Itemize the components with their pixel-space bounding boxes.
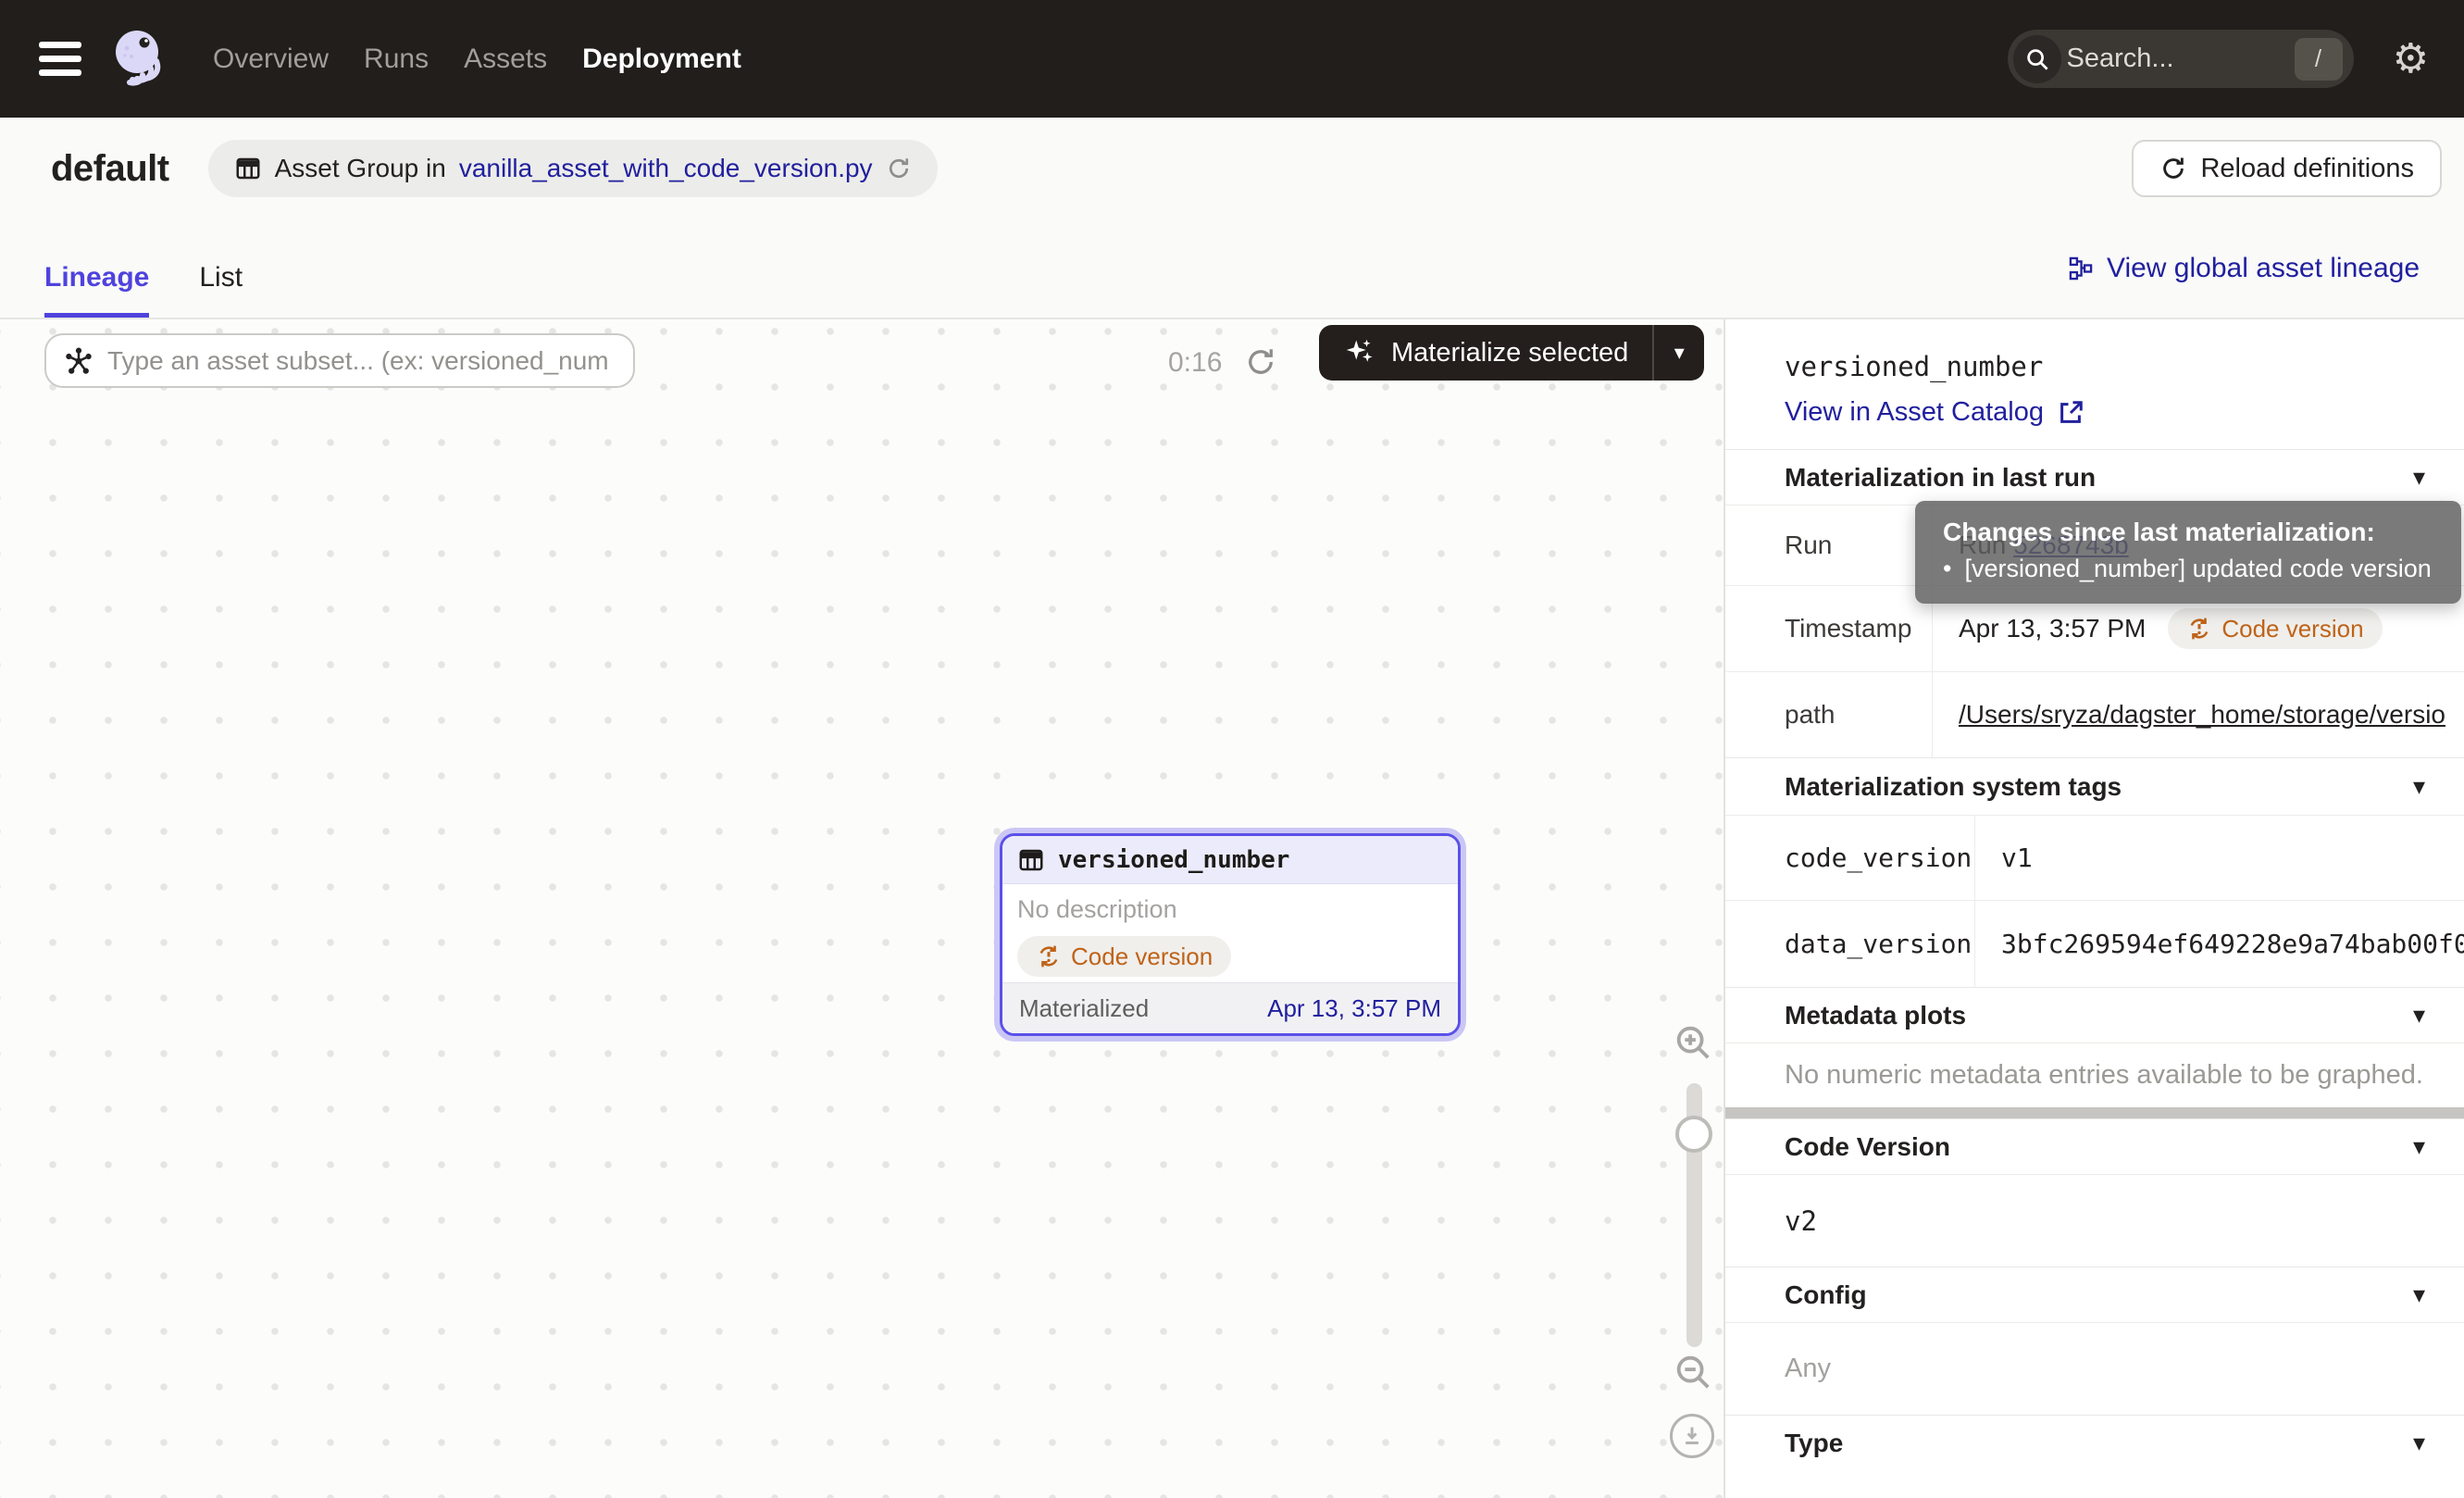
search-input[interactable] — [2067, 44, 2289, 74]
section-title: Materialization in last run — [1785, 463, 2096, 493]
timestamp-label: Timestamp — [1725, 586, 1933, 671]
section-metadata-plots[interactable]: Metadata plots ▾ — [1725, 987, 2464, 1042]
zoom-out-icon[interactable] — [1672, 1351, 1714, 1393]
path-row: path /Users/sryza/dagster_home/storage/v… — [1725, 671, 2464, 757]
nav-item-runs[interactable]: Runs — [364, 44, 429, 75]
tab-lineage[interactable]: Lineage — [44, 262, 149, 318]
external-link-icon — [2057, 399, 2084, 427]
download-icon[interactable] — [1670, 1414, 1714, 1458]
timestamp-value: Apr 13, 3:57 PM — [1959, 614, 2146, 643]
gear-icon[interactable]: ⚙ — [2393, 39, 2429, 80]
asset-node-description: No description — [1017, 895, 1443, 924]
tooltip-item: [versioned_number] updated code version — [1964, 555, 2431, 583]
nav-item-assets[interactable]: Assets — [464, 44, 547, 75]
tabs-row: Lineage List View global asset lineage — [0, 219, 2464, 319]
asset-group-breadcrumb: Asset Group in vanilla_asset_with_code_v… — [208, 140, 938, 197]
asset-subset-filter[interactable] — [44, 333, 635, 388]
horizontal-scrollbar[interactable] — [1725, 1107, 2464, 1118]
top-nav: Overview Runs Assets Deployment / ⚙ — [0, 0, 2464, 118]
path-value-link[interactable]: /Users/sryza/dagster_home/storage/versio — [1959, 700, 2445, 730]
reload-button-label: Reload definitions — [2200, 154, 2414, 184]
section-title: Config — [1785, 1280, 1867, 1310]
data-version-tag-value: 3bfc269594ef649228e9a74bab00f04 — [1975, 901, 2464, 987]
asset-node-versioned-number[interactable]: versioned_number No description Code ver… — [1000, 833, 1461, 1036]
view-global-asset-lineage-link[interactable]: View global asset lineage — [2068, 253, 2420, 284]
section-config[interactable]: Config ▾ — [1725, 1267, 2464, 1322]
asset-group-file-link[interactable]: vanilla_asset_with_code_version.py — [459, 154, 873, 183]
asset-node-status: Materialized — [1019, 994, 1149, 1023]
data-version-tag-row: data_version 3bfc269594ef649228e9a74bab0… — [1725, 900, 2464, 987]
section-title: Metadata plots — [1785, 1001, 1966, 1030]
asset-subset-input[interactable] — [107, 346, 616, 376]
code-version-badge-label: Code version — [2221, 615, 2363, 643]
dagster-logo[interactable] — [109, 27, 170, 92]
code-version-tag-value: v1 — [1975, 816, 2464, 900]
code-version-tag-label: code_version — [1725, 816, 1975, 900]
code-version-tag-row: code_version v1 — [1725, 815, 2464, 900]
asset-group-icon — [234, 155, 262, 182]
asset-graph-icon — [63, 345, 94, 377]
changes-tooltip: Changes since last materialization: • [v… — [1915, 501, 2461, 604]
config-value: Any — [1725, 1322, 2464, 1415]
code-version-badge: Code version — [1017, 936, 1231, 977]
chevron-down-icon: ▾ — [2413, 1280, 2425, 1309]
lineage-graph-icon — [2068, 256, 2094, 281]
refresh-icon[interactable] — [886, 156, 912, 181]
nav-links: Overview Runs Assets Deployment — [213, 44, 741, 75]
asset-details-panel: versioned_number View in Asset Catalog M… — [1724, 319, 2464, 1498]
tab-list[interactable]: List — [199, 262, 243, 318]
section-title: Type — [1785, 1429, 1843, 1458]
reload-icon — [2159, 155, 2187, 182]
search-box[interactable]: / — [2008, 30, 2354, 88]
section-type[interactable]: Type ▾ — [1725, 1415, 2464, 1470]
panel-asset-name: versioned_number — [1785, 351, 2464, 382]
tooltip-title: Changes since last materialization: — [1943, 518, 2433, 547]
nav-item-overview[interactable]: Overview — [213, 44, 329, 75]
section-code-version[interactable]: Code Version ▾ — [1725, 1118, 2464, 1174]
view-in-asset-catalog-link[interactable]: View in Asset Catalog — [1785, 397, 2084, 428]
page-header: default Asset Group in vanilla_asset_wit… — [0, 118, 2464, 219]
zoom-in-icon[interactable] — [1672, 1021, 1714, 1064]
refresh-timer: 0:16 — [1168, 347, 1222, 379]
view-global-asset-lineage-label: View global asset lineage — [2107, 253, 2420, 284]
section-title: Code Version — [1785, 1132, 1950, 1162]
chevron-down-icon: ▾ — [2413, 463, 2425, 492]
asset-graph-canvas[interactable]: 0:16 Materialize selected ▾ — [0, 319, 1724, 1498]
search-shortcut-badge: / — [2295, 38, 2343, 81]
reload-definitions-button[interactable]: Reload definitions — [2132, 140, 2442, 197]
section-materialization-in-last-run[interactable]: Materialization in last run ▾ — [1725, 449, 2464, 505]
view-in-asset-catalog-label: View in Asset Catalog — [1785, 397, 2044, 428]
code-version-value: v2 — [1725, 1174, 2464, 1267]
chevron-down-icon: ▾ — [2413, 1001, 2425, 1030]
sparkle-icon — [1343, 336, 1376, 369]
materialize-dropdown-button[interactable]: ▾ — [1652, 325, 1704, 381]
code-version-badge: Code version — [2168, 608, 2382, 649]
path-label: path — [1725, 672, 1933, 757]
asset-node-timestamp-link[interactable]: Apr 13, 3:57 PM — [1267, 994, 1441, 1023]
section-materialization-system-tags[interactable]: Materialization system tags ▾ — [1725, 757, 2464, 815]
nav-item-deployment[interactable]: Deployment — [582, 44, 741, 75]
data-version-tag-label: data_version — [1725, 901, 1975, 987]
asset-node-name: versioned_number — [1058, 846, 1289, 874]
materialize-selected-button[interactable]: Materialize selected ▾ — [1319, 325, 1704, 381]
chevron-down-icon: ▾ — [2413, 772, 2425, 801]
zoom-slider-handle[interactable] — [1675, 1116, 1712, 1153]
refresh-icon[interactable] — [1244, 345, 1277, 379]
chevron-down-icon: ▾ — [2413, 1132, 2425, 1161]
asset-group-label: Asset Group in — [275, 154, 446, 183]
search-icon — [2013, 35, 2061, 83]
tooltip-bullet: • — [1943, 555, 1951, 583]
out-of-sync-icon — [1036, 943, 1062, 969]
metadata-empty-state: No numeric metadata entries available to… — [1725, 1042, 2464, 1107]
code-version-badge-label: Code version — [1071, 942, 1213, 971]
out-of-sync-icon — [2186, 616, 2212, 642]
run-label: Run — [1725, 506, 1933, 585]
materialize-button-label: Materialize selected — [1391, 338, 1628, 368]
page-title: default — [51, 148, 169, 190]
section-title: Materialization system tags — [1785, 772, 2122, 802]
chevron-down-icon: ▾ — [2413, 1429, 2425, 1457]
table-icon — [1017, 846, 1045, 874]
menu-icon[interactable] — [39, 34, 81, 83]
chevron-down-icon: ▾ — [1674, 341, 1685, 365]
